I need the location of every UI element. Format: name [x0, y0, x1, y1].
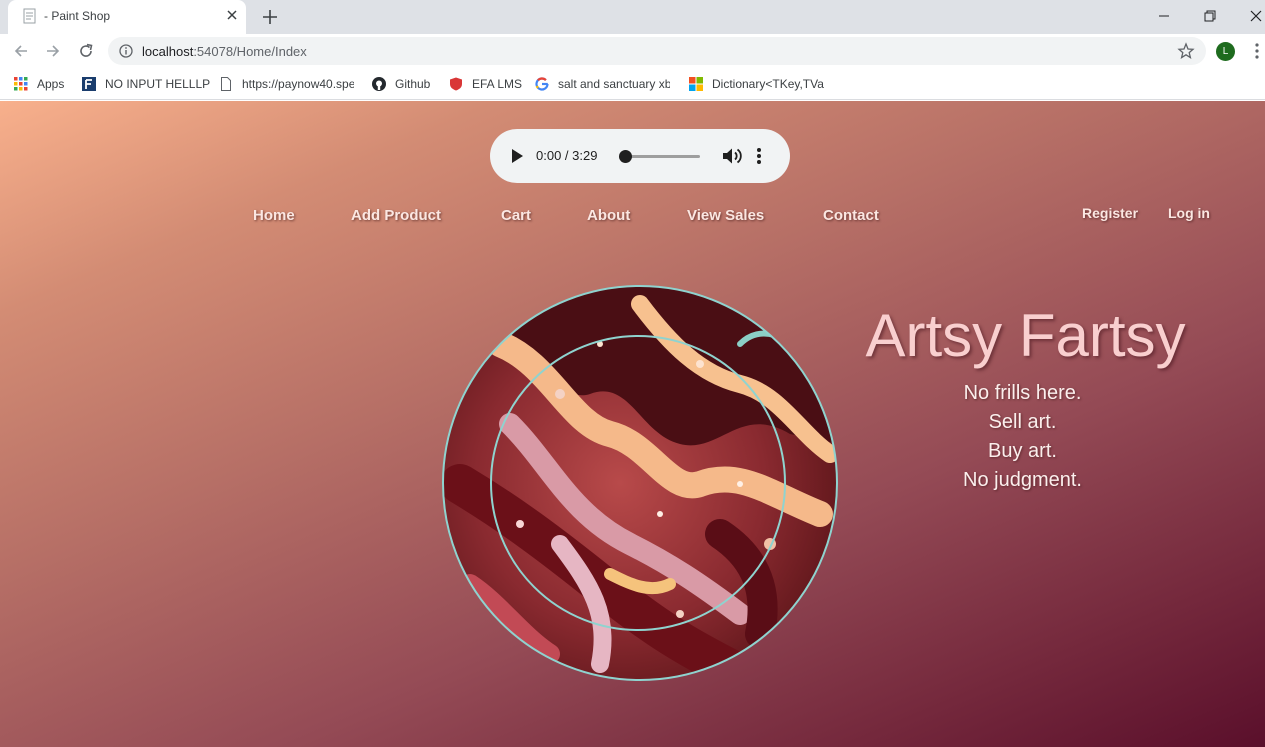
nav-add-product[interactable]: Add Product: [351, 207, 441, 224]
new-tab-icon[interactable]: [260, 7, 280, 27]
minimize-icon[interactable]: [1153, 5, 1175, 27]
document-icon: [23, 8, 36, 24]
url-text: localhost:54078/Home/Index: [142, 44, 307, 59]
bookmark-label: Apps: [37, 77, 65, 91]
play-icon[interactable]: [510, 148, 524, 164]
volume-icon[interactable]: [722, 147, 742, 165]
apps-grid-icon: [14, 77, 28, 91]
bookmark-label: salt and sanctuary xb: [558, 77, 670, 91]
bookmark-label: Github: [395, 77, 431, 91]
close-window-icon[interactable]: [1245, 5, 1265, 27]
bookmark-label: Dictionary<TKey,TVal: [712, 77, 824, 91]
tagline-line: Buy art.: [988, 440, 1057, 462]
google-icon: [535, 77, 549, 91]
microsoft-icon: [689, 77, 703, 91]
audio-time: 0:00 / 3:29: [536, 148, 598, 163]
url-path: :54078/Home/Index: [193, 44, 307, 59]
fluid-art-image: [442, 285, 838, 681]
browser-toolbar: localhost:54078/Home/Index L: [0, 34, 1265, 68]
profile-avatar[interactable]: L: [1216, 42, 1235, 61]
bookmark-star-icon[interactable]: [1177, 42, 1195, 60]
bookmark-efa-lms[interactable]: EFA LMS: [449, 75, 522, 93]
nav-cart[interactable]: Cart: [501, 207, 531, 224]
bookmark-label: https://paynow40.spe: [242, 77, 354, 91]
audio-seek-track[interactable]: [625, 155, 700, 158]
bookmark-label: NO INPUT HELLLP: [105, 77, 211, 91]
back-arrow-icon[interactable]: [11, 41, 31, 61]
close-tab-icon[interactable]: [223, 6, 241, 24]
bookmarks-bar: Apps NO INPUT HELLLP https://paynow40.sp…: [0, 68, 1265, 100]
info-icon[interactable]: [119, 44, 133, 58]
reload-icon[interactable]: [76, 41, 96, 61]
forward-arrow-icon[interactable]: [43, 41, 63, 61]
tab-title: - Paint Shop: [44, 9, 111, 23]
restore-icon[interactable]: [1199, 5, 1221, 27]
tab-strip: - Paint Shop: [0, 0, 1265, 34]
nav-home[interactable]: Home: [253, 207, 295, 224]
bookmark-github[interactable]: Github: [372, 75, 430, 93]
tagline-line: No frills here.: [963, 382, 1082, 404]
browser-tab[interactable]: - Paint Shop: [8, 0, 246, 34]
page-body: 0:00 / 3:29 Home Add Product Cart About …: [0, 101, 1265, 747]
page-icon: [221, 77, 231, 91]
shield-icon: [450, 77, 462, 91]
bookmark-label: EFA LMS: [472, 77, 523, 91]
hero-title: Artsy Fartsy: [865, 302, 1186, 369]
kebab-menu-icon[interactable]: [1250, 42, 1264, 60]
audio-options-icon[interactable]: [756, 147, 762, 165]
audio-seek-thumb[interactable]: [619, 150, 632, 163]
tagline-line: No judgment.: [963, 469, 1082, 491]
audio-player[interactable]: 0:00 / 3:29: [490, 129, 790, 183]
bookmark-paynow[interactable]: https://paynow40.spe: [219, 75, 354, 93]
nav-contact[interactable]: Contact: [823, 207, 879, 224]
nav-about[interactable]: About: [587, 207, 630, 224]
bookmark-dictionary[interactable]: Dictionary<TKey,TVal: [689, 75, 824, 93]
nav-login[interactable]: Log in: [1168, 205, 1210, 221]
site-favicon-f-icon: [82, 77, 96, 91]
url-host: localhost: [142, 44, 194, 59]
bookmark-apps[interactable]: Apps: [14, 75, 64, 93]
bookmark-salt-sanctuary[interactable]: salt and sanctuary xb: [535, 75, 670, 93]
address-bar[interactable]: localhost:54078/Home/Index: [108, 37, 1206, 65]
github-icon: [372, 77, 386, 91]
nav-view-sales[interactable]: View Sales: [687, 207, 764, 224]
tagline-line: Sell art.: [988, 411, 1057, 433]
nav-register[interactable]: Register: [1082, 205, 1138, 221]
bookmark-no-input[interactable]: NO INPUT HELLLP: [82, 75, 210, 93]
